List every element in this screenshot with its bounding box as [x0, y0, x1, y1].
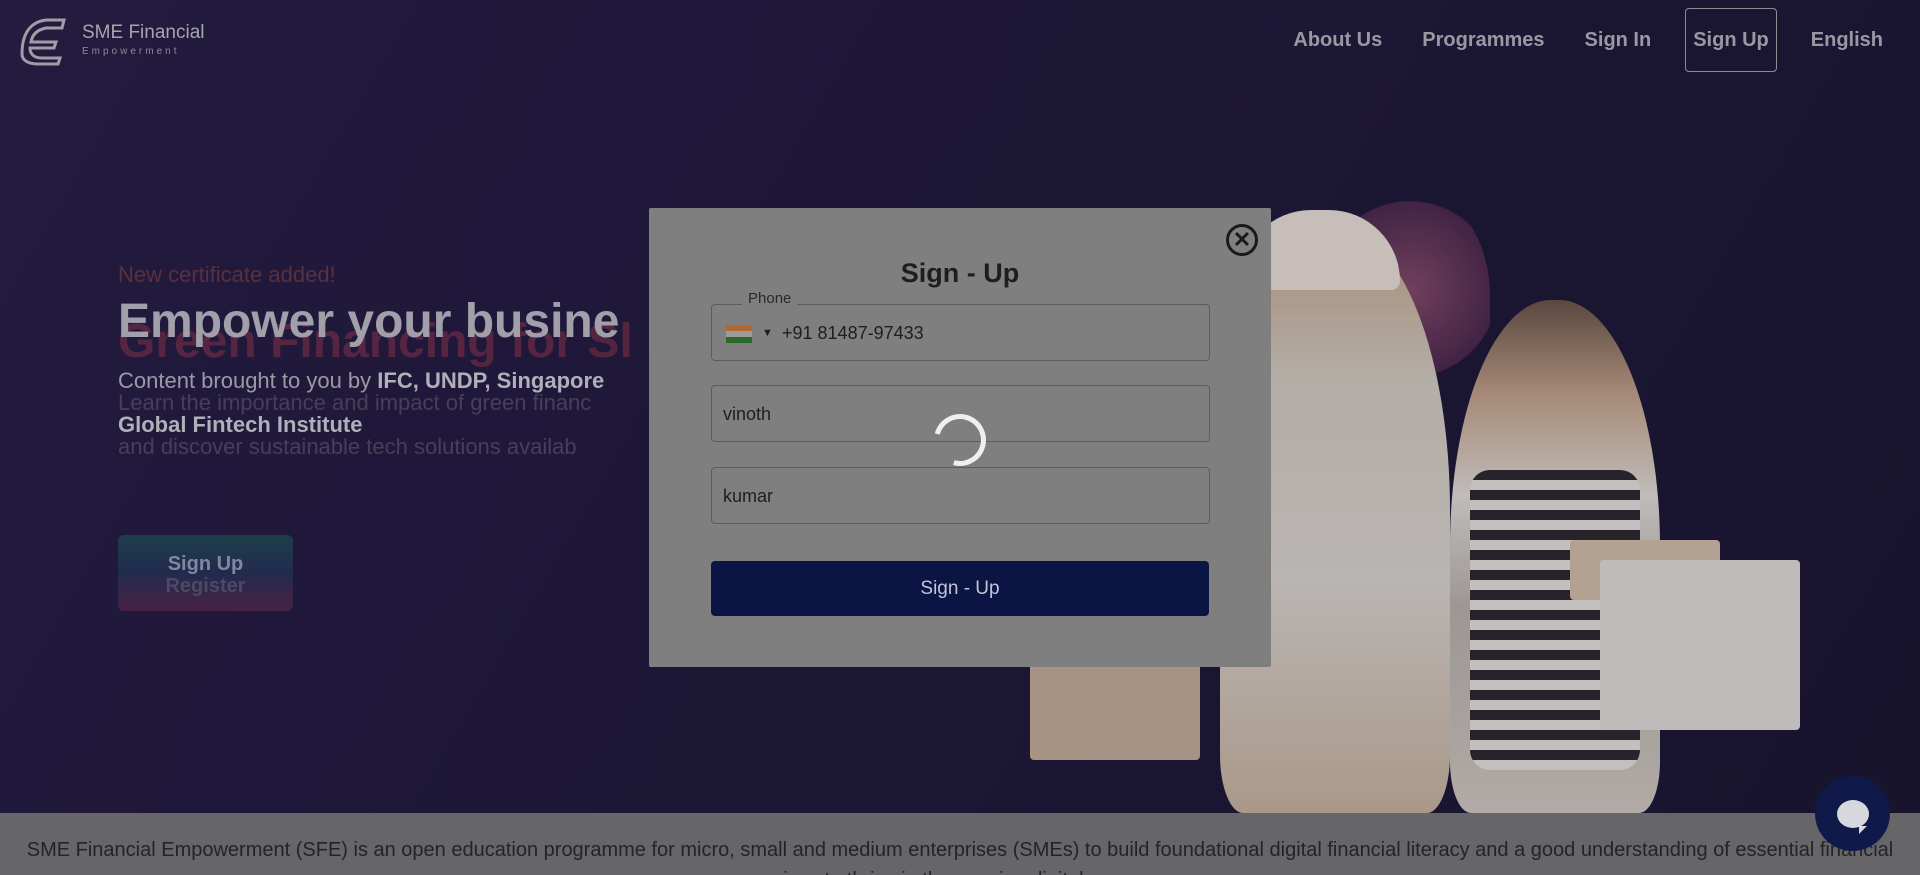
phone-label: Phone	[742, 290, 798, 307]
last-name-field[interactable]: kumar	[711, 467, 1210, 524]
last-name-value: kumar	[723, 486, 774, 506]
signup-submit-button[interactable]: Sign - Up	[711, 561, 1209, 616]
modal-title: Sign - Up	[900, 258, 1020, 288]
phone-field[interactable]: Phone ▼ +91 81487-97433	[711, 290, 1210, 361]
close-icon[interactable]: ✕	[1226, 224, 1258, 256]
chevron-down-icon[interactable]: ▼	[762, 327, 773, 339]
phone-value: +91 81487-97433	[782, 323, 924, 343]
chat-button[interactable]	[1815, 776, 1890, 851]
india-flag-icon[interactable]	[726, 325, 752, 343]
first-name-value: vinoth	[723, 404, 772, 424]
signup-modal: ✕ Sign - Up Phone ▼ +91 81487-97433 vino…	[649, 208, 1271, 667]
chat-icon	[1836, 799, 1869, 834]
